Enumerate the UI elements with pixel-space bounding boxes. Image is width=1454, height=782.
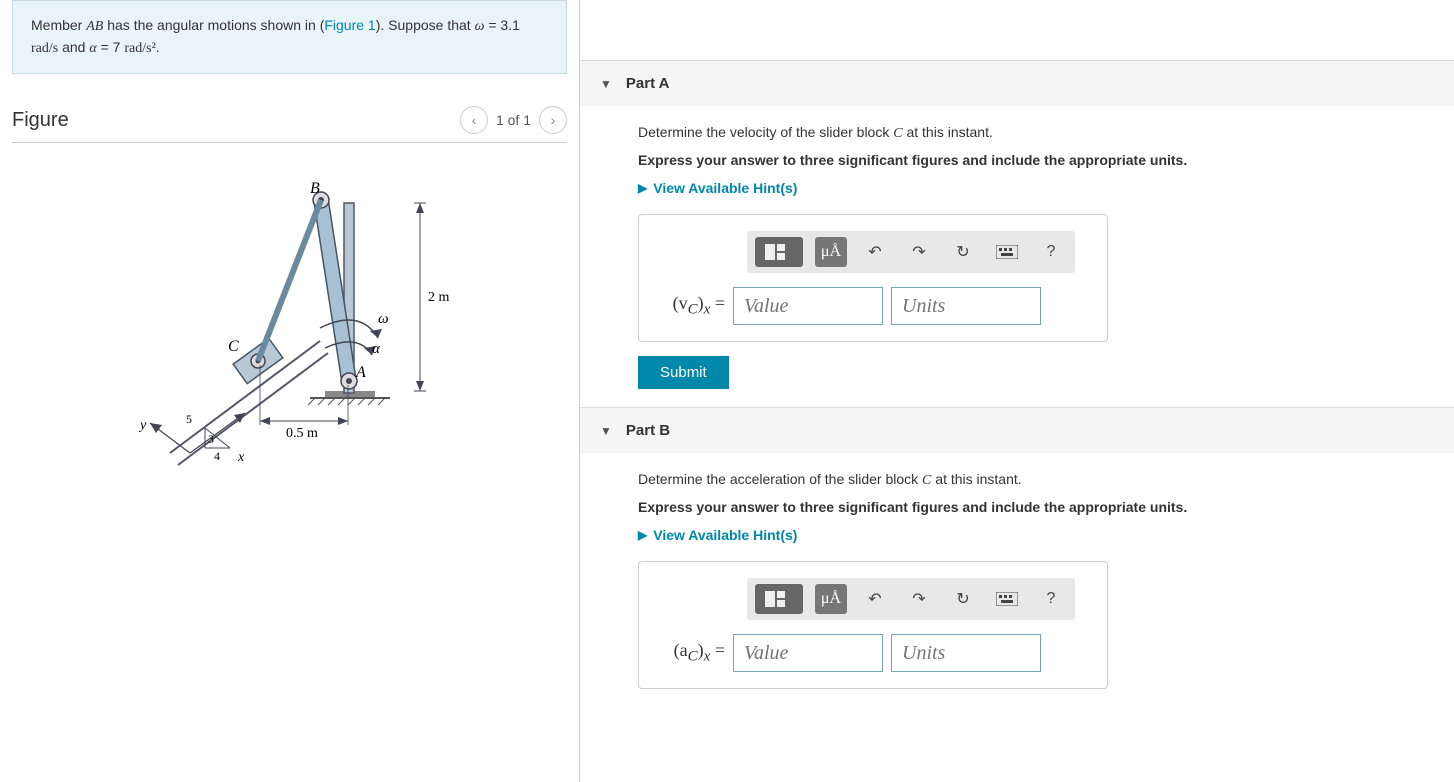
submit-button-a[interactable]: Submit	[638, 356, 729, 389]
part-a-prompt: Determine the velocity of the slider blo…	[638, 124, 1434, 142]
units-symbol-button[interactable]: μÅ	[815, 584, 847, 614]
part-a-instruction: Express your answer to three significant…	[638, 152, 1434, 168]
answer-box-a: μÅ ↶ ↷ ↻ ? (vC)x =	[638, 214, 1108, 342]
view-hints-link[interactable]: ▶ View Available Hint(s)	[638, 527, 1434, 543]
units-input-b[interactable]	[891, 634, 1041, 672]
answer-toolbar: μÅ ↶ ↷ ↻ ?	[747, 578, 1075, 620]
svg-text:3: 3	[208, 432, 214, 446]
svg-text:2 m: 2 m	[428, 290, 450, 305]
part-b-prompt: Determine the acceleration of the slider…	[638, 471, 1434, 489]
view-hints-link[interactable]: ▶ View Available Hint(s)	[638, 180, 1434, 196]
units-input-a[interactable]	[891, 287, 1041, 325]
redo-button[interactable]: ↷	[903, 584, 935, 614]
answer-box-b: μÅ ↶ ↷ ↻ ? (aC)x =	[638, 561, 1108, 689]
templates-button[interactable]	[755, 584, 803, 614]
svg-text:α: α	[372, 341, 381, 357]
help-button[interactable]: ?	[1035, 584, 1067, 614]
answer-label-b: (aC)x =	[655, 640, 725, 666]
svg-text:C: C	[228, 338, 239, 355]
part-b-title: Part B	[626, 422, 670, 439]
problem-text: Member	[31, 17, 86, 33]
templates-button[interactable]	[755, 237, 803, 267]
figure-title: Figure	[12, 109, 69, 132]
undo-button[interactable]: ↶	[859, 237, 891, 267]
svg-text:x: x	[237, 450, 245, 465]
triangle-right-icon: ▶	[638, 181, 647, 195]
undo-button[interactable]: ↶	[859, 584, 891, 614]
figure-link[interactable]: Figure 1	[324, 17, 375, 33]
figure-diagram: B C A ω α 2 m 0.5 m y x 5 3 4	[12, 163, 567, 503]
triangle-right-icon: ▶	[638, 528, 647, 542]
member-var: AB	[86, 19, 103, 34]
help-button[interactable]: ?	[1035, 237, 1067, 267]
redo-button[interactable]: ↷	[903, 237, 935, 267]
reset-button[interactable]: ↻	[947, 584, 979, 614]
part-a-header[interactable]: ▼ Part A	[580, 61, 1454, 106]
reset-button[interactable]: ↻	[947, 237, 979, 267]
part-a-title: Part A	[626, 75, 670, 92]
figure-prev-button[interactable]: ‹	[460, 106, 488, 134]
svg-text:0.5 m: 0.5 m	[286, 426, 318, 441]
svg-text:5: 5	[186, 412, 192, 426]
value-input-a[interactable]	[733, 287, 883, 325]
figure-count: 1 of 1	[496, 112, 531, 128]
answer-label-a: (vC)x =	[655, 293, 725, 319]
units-symbol-button[interactable]: μÅ	[815, 237, 847, 267]
chevron-down-icon: ▼	[600, 424, 612, 438]
svg-text:y: y	[138, 418, 147, 433]
keyboard-button[interactable]	[991, 237, 1023, 267]
chevron-down-icon: ▼	[600, 77, 612, 91]
answer-toolbar: μÅ ↶ ↷ ↻ ?	[747, 231, 1075, 273]
problem-statement: Member AB has the angular motions shown …	[12, 0, 567, 74]
keyboard-button[interactable]	[991, 584, 1023, 614]
part-b-header[interactable]: ▼ Part B	[580, 408, 1454, 453]
value-input-b[interactable]	[733, 634, 883, 672]
svg-text:4: 4	[214, 449, 220, 463]
part-b-instruction: Express your answer to three significant…	[638, 499, 1434, 515]
svg-text:ω: ω	[378, 311, 389, 327]
svg-text:B: B	[310, 180, 320, 197]
figure-next-button[interactable]: ›	[539, 106, 567, 134]
svg-text:A: A	[355, 364, 366, 381]
